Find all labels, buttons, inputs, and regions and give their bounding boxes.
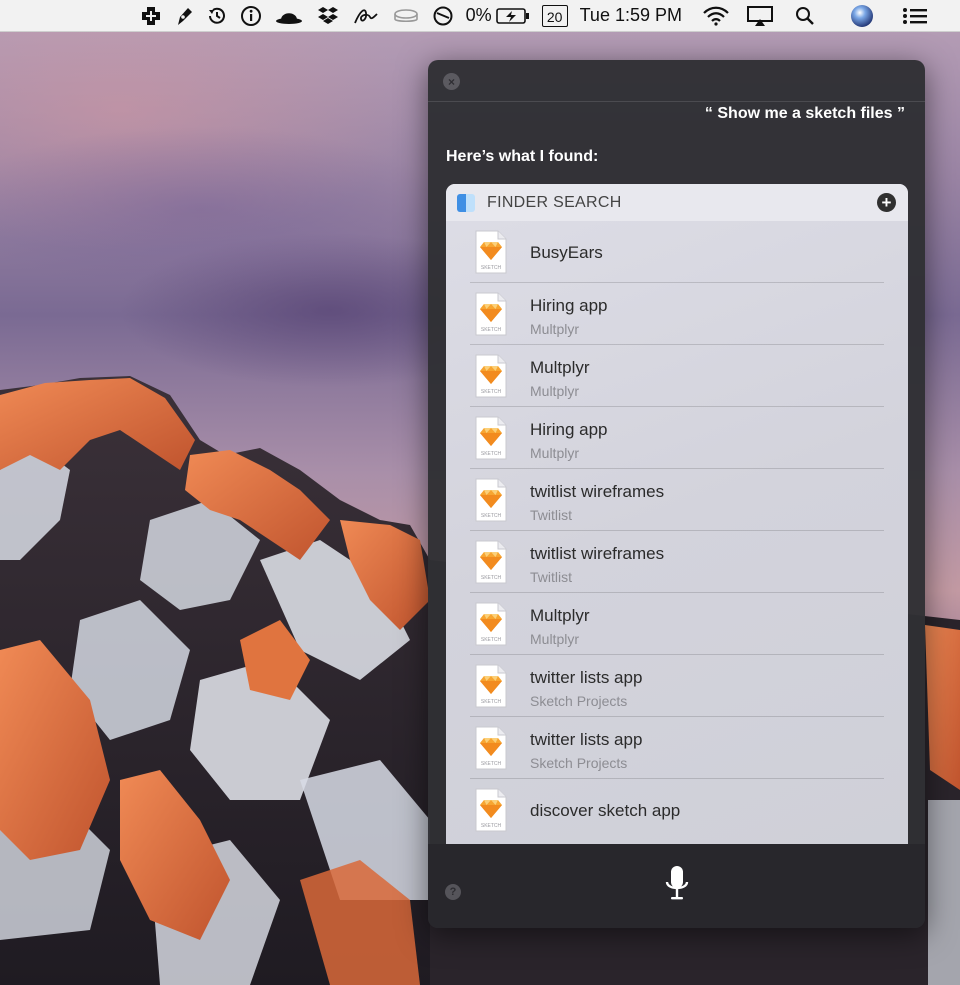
add-to-notification-center-button[interactable]: + [877, 193, 896, 212]
result-location: Multplyr [530, 321, 580, 337]
result-location: Sketch Projects [530, 755, 628, 771]
plus-icon: + [881, 193, 892, 212]
file-type-label: SKETCH [481, 389, 502, 395]
result-name: twitter lists app [530, 730, 643, 749]
results-list: SKETCH BusyEars SKETCH Hiring app Multplyr SK… [446, 221, 908, 841]
wifi-icon[interactable] [688, 0, 736, 32]
time-machine-icon[interactable] [200, 0, 234, 32]
result-row[interactable]: SKETCH twitlist wireframes Twitlist [446, 469, 908, 531]
calendar-icon: 20 [541, 4, 568, 27]
help-button[interactable]: ? [445, 884, 461, 900]
sketch-file-icon: SKETCH [474, 416, 508, 460]
file-type-label: SKETCH [481, 513, 502, 519]
file-type-label: SKETCH [481, 823, 502, 829]
sketch-file-icon: SKETCH [474, 664, 508, 708]
battery-icon [495, 7, 529, 24]
help-icon: ? [449, 886, 457, 898]
card-header[interactable]: FINDER SEARCH + [446, 184, 908, 221]
clock[interactable]: Tue 1:59 PM [574, 0, 688, 32]
sketch-file-icon: SKETCH [474, 540, 508, 584]
result-location: Multplyr [530, 383, 580, 399]
bowler-hat-icon[interactable] [268, 0, 310, 32]
sketch-file-icon: SKETCH [474, 354, 508, 398]
calendar-widget[interactable]: 20 [536, 0, 574, 32]
airplay-icon[interactable] [736, 0, 780, 32]
finder-icon [457, 193, 475, 212]
result-location: Twitlist [530, 507, 572, 523]
siri-icon[interactable] [822, 0, 880, 32]
result-row[interactable]: SKETCH twitlist wireframes Twitlist [446, 531, 908, 593]
result-name: Hiring app [530, 296, 608, 315]
file-type-label: SKETCH [481, 761, 502, 767]
microphone-button[interactable] [665, 864, 689, 909]
pen-icon[interactable] [168, 0, 200, 32]
close-icon: × [447, 74, 455, 89]
battery-status[interactable]: 0% [460, 0, 536, 32]
calendar-day: 20 [546, 8, 563, 25]
signature-icon[interactable] [346, 0, 386, 32]
result-name: discover sketch app [530, 801, 681, 820]
file-type-label: SKETCH [481, 637, 502, 643]
result-name: Multplyr [530, 606, 590, 625]
file-type-label: SKETCH [481, 327, 502, 333]
siri-panel: × “ Show me a sketch files ” Here’s what… [428, 60, 925, 928]
result-location: Multplyr [530, 445, 580, 461]
microphone-icon [665, 866, 689, 900]
sketch-file-icon: SKETCH [474, 602, 508, 646]
result-location: Twitlist [530, 569, 572, 585]
result-row[interactable]: SKETCH Hiring app Multplyr [446, 283, 908, 345]
spotlight-search-icon[interactable] [780, 0, 822, 32]
file-type-label: SKETCH [481, 575, 502, 581]
sketch-file-icon: SKETCH [474, 292, 508, 336]
battery-percent: 0% [465, 5, 492, 25]
sketch-file-icon: SKETCH [474, 478, 508, 522]
finder-search-card: FINDER SEARCH + SKETCH BusyEars SKETCH Hiri… [446, 184, 908, 844]
notification-center-icon[interactable] [880, 0, 934, 32]
siri-response-heading: Here’s what I found: [446, 148, 599, 165]
result-row[interactable]: SKETCH twitter lists app Sketch Projects [446, 655, 908, 717]
sketch-file-icon: SKETCH [474, 726, 508, 770]
close-button[interactable]: × [443, 73, 460, 90]
sketch-file-icon: SKETCH [474, 788, 508, 832]
result-location: Multplyr [530, 631, 580, 647]
result-row[interactable]: SKETCH Multplyr Multplyr [446, 593, 908, 655]
menu-bar: 0% 20 Tue 1:59 PM [0, 0, 960, 32]
siri-title-bar: × [428, 60, 925, 102]
siri-query-text: “ Show me a sketch files ” [704, 105, 905, 122]
result-location: Sketch Projects [530, 693, 628, 709]
result-name: twitlist wireframes [530, 544, 665, 563]
sketch-file-icon: SKETCH [474, 230, 508, 274]
result-row[interactable]: SKETCH twitter lists app Sketch Projects [446, 717, 908, 779]
file-type-label: SKETCH [481, 265, 502, 271]
result-name: Multplyr [530, 358, 590, 377]
first-aid-icon[interactable] [134, 0, 168, 32]
card-title: FINDER SEARCH [487, 193, 622, 211]
dropbox-icon[interactable] [310, 0, 346, 32]
result-name: twitter lists app [530, 668, 643, 687]
result-row[interactable]: SKETCH discover sketch app [446, 779, 908, 841]
result-row[interactable]: SKETCH Hiring app Multplyr [446, 407, 908, 469]
cloud-drive-icon[interactable] [386, 0, 426, 32]
result-name: twitlist wireframes [530, 482, 665, 501]
info-icon[interactable] [234, 0, 268, 32]
result-row[interactable]: SKETCH Multplyr Multplyr [446, 345, 908, 407]
file-type-label: SKETCH [481, 451, 502, 457]
result-name: BusyEars [530, 243, 603, 262]
result-name: Hiring app [530, 420, 608, 439]
blocked-icon[interactable] [426, 0, 460, 32]
siri-bottom-bar: ? [428, 844, 925, 928]
file-type-label: SKETCH [481, 699, 502, 705]
result-row[interactable]: SKETCH BusyEars [446, 221, 908, 283]
